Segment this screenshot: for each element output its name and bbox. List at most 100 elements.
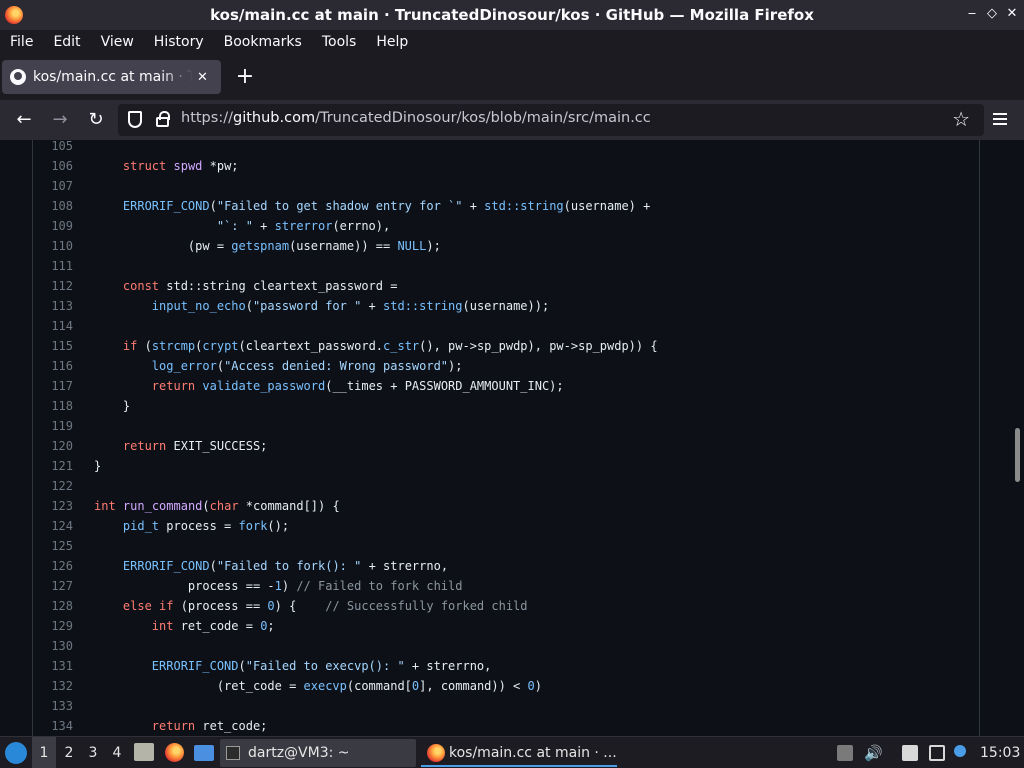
tab-github-main-cc[interactable]: kos/main.cc at main · TruncatedDinosour/… <box>2 60 221 94</box>
line-number[interactable]: 106 <box>33 156 73 176</box>
line-number[interactable]: 108 <box>33 196 73 216</box>
line-number[interactable]: 131 <box>33 656 73 676</box>
task-terminal[interactable]: dartz@VM3: ~ <box>220 739 416 767</box>
line-number[interactable]: 105 <box>33 140 73 156</box>
code-line: 131 ERRORIF_COND("Failed to execvp(): " … <box>33 656 973 676</box>
line-number[interactable]: 133 <box>33 696 73 716</box>
tab-close-icon[interactable]: ✕ <box>197 70 208 85</box>
code-text: ERRORIF_COND("Failed to execvp(): " + st… <box>151 659 492 673</box>
code-line: 114 <box>33 316 973 336</box>
reload-icon[interactable]: ↻ <box>84 108 108 132</box>
code-line: 115 if (strcmp(crypt(cleartext_password.… <box>33 336 973 356</box>
app-menu-icon[interactable] <box>990 110 1010 130</box>
line-number[interactable]: 130 <box>33 636 73 656</box>
tracking-shield-icon[interactable] <box>128 111 142 128</box>
menu-bookmarks[interactable]: Bookmarks <box>224 34 302 50</box>
file-manager-icon[interactable] <box>134 743 154 761</box>
code-line: 105 <box>33 140 973 156</box>
line-number[interactable]: 126 <box>33 556 73 576</box>
start-menu-icon[interactable] <box>5 742 27 764</box>
line-number[interactable]: 107 <box>33 176 73 196</box>
terminal-icon <box>226 746 240 760</box>
github-icon <box>10 69 26 85</box>
back-arrow-icon[interactable]: ← <box>12 108 36 132</box>
line-number[interactable]: 120 <box>33 436 73 456</box>
menu-history[interactable]: History <box>154 34 204 50</box>
menu-bar: File Edit View History Bookmarks Tools H… <box>0 30 1024 54</box>
firefox-task-icon <box>427 744 445 762</box>
line-number[interactable]: 124 <box>33 516 73 536</box>
network-icon[interactable] <box>929 745 945 761</box>
code-text: return validate_password(__times + PASSW… <box>151 379 564 393</box>
restore-icon[interactable]: ◇ <box>984 6 1000 22</box>
task-terminal-label: dartz@VM3: ~ <box>248 745 350 761</box>
scrollbar-thumb[interactable] <box>1015 428 1020 482</box>
line-number[interactable]: 111 <box>33 256 73 276</box>
clipboard-tray-icon[interactable] <box>837 745 853 761</box>
code-text: (ret_code = execvp(command[0], command))… <box>94 679 542 693</box>
forward-arrow-icon[interactable]: → <box>48 108 72 132</box>
line-number[interactable]: 112 <box>33 276 73 296</box>
task-firefox-label: kos/main.cc at main · ... <box>449 745 617 761</box>
line-number[interactable]: 127 <box>33 576 73 596</box>
url-text[interactable]: https://github.com/TruncatedDinosour/kos… <box>181 110 651 126</box>
code-line: 109 "`: " + strerror(errno), <box>33 216 973 236</box>
code-line: 133 <box>33 696 973 716</box>
code-text: pid_t process = fork(); <box>122 519 290 533</box>
line-number[interactable]: 119 <box>33 416 73 436</box>
url-scheme: https:// <box>181 110 233 126</box>
menu-file[interactable]: File <box>10 34 33 50</box>
line-number[interactable]: 115 <box>33 336 73 356</box>
line-number[interactable]: 125 <box>33 536 73 556</box>
url-bar[interactable]: https://github.com/TruncatedDinosour/kos… <box>118 104 984 136</box>
menu-edit[interactable]: Edit <box>53 34 80 50</box>
line-number[interactable]: 122 <box>33 476 73 496</box>
lock-icon[interactable] <box>156 111 170 127</box>
line-number[interactable]: 132 <box>33 676 73 696</box>
page-content: 105 106 struct spwd *pw; 107 108 ERRORIF_CO… <box>0 140 1024 736</box>
code-text: (pw = getspnam(username)) == NULL); <box>94 239 441 253</box>
code-text: ERRORIF_COND("Failed to get shadow entry… <box>122 199 651 213</box>
line-number[interactable]: 117 <box>33 376 73 396</box>
line-number[interactable]: 134 <box>33 716 73 736</box>
firefox-logo-icon <box>5 6 23 24</box>
line-number[interactable]: 123 <box>33 496 73 516</box>
show-desktop-icon[interactable] <box>194 745 214 761</box>
volume-icon[interactable]: 🔊 <box>864 745 883 761</box>
line-number[interactable]: 116 <box>33 356 73 376</box>
code-line: 125 <box>33 536 973 556</box>
code-line: 122 <box>33 476 973 496</box>
new-tab-button[interactable]: + <box>234 64 256 90</box>
code-text: const std::string cleartext_password = <box>122 279 398 293</box>
menu-tools[interactable]: Tools <box>322 34 357 50</box>
code-line: 130 <box>33 636 973 656</box>
menu-help[interactable]: Help <box>376 34 408 50</box>
workspace-1[interactable]: 1 <box>32 737 56 768</box>
workspace-2[interactable]: 2 <box>58 737 80 768</box>
code-line: 126 ERRORIF_COND("Failed to fork(): " + … <box>33 556 973 576</box>
code-line: 134 return ret_code; <box>33 716 973 736</box>
code-line: 129 int ret_code = 0; <box>33 616 973 636</box>
menu-view[interactable]: View <box>101 34 134 50</box>
code-line: 121} <box>33 456 973 476</box>
updates-tray-icon[interactable] <box>954 745 966 757</box>
line-number[interactable]: 129 <box>33 616 73 636</box>
line-number[interactable]: 110 <box>33 236 73 256</box>
notes-tray-icon[interactable] <box>902 745 918 761</box>
workspace-4[interactable]: 4 <box>106 737 128 768</box>
workspace-3[interactable]: 3 <box>82 737 104 768</box>
bookmark-star-icon[interactable]: ☆ <box>952 107 970 131</box>
line-number[interactable]: 113 <box>33 296 73 316</box>
clock: 15:03 <box>980 745 1021 761</box>
line-number[interactable]: 121 <box>33 456 73 476</box>
line-number[interactable]: 128 <box>33 596 73 616</box>
line-number[interactable]: 114 <box>33 316 73 336</box>
close-window-icon[interactable]: ✕ <box>1004 6 1020 22</box>
line-number[interactable]: 118 <box>33 396 73 416</box>
code-line: 108 ERRORIF_COND("Failed to get shadow e… <box>33 196 973 216</box>
firefox-launcher-icon[interactable] <box>165 743 184 762</box>
task-firefox[interactable]: kos/main.cc at main · ... <box>421 739 617 767</box>
code-line: 107 <box>33 176 973 196</box>
line-number[interactable]: 109 <box>33 216 73 236</box>
minimize-icon[interactable]: ‒ <box>964 6 980 22</box>
